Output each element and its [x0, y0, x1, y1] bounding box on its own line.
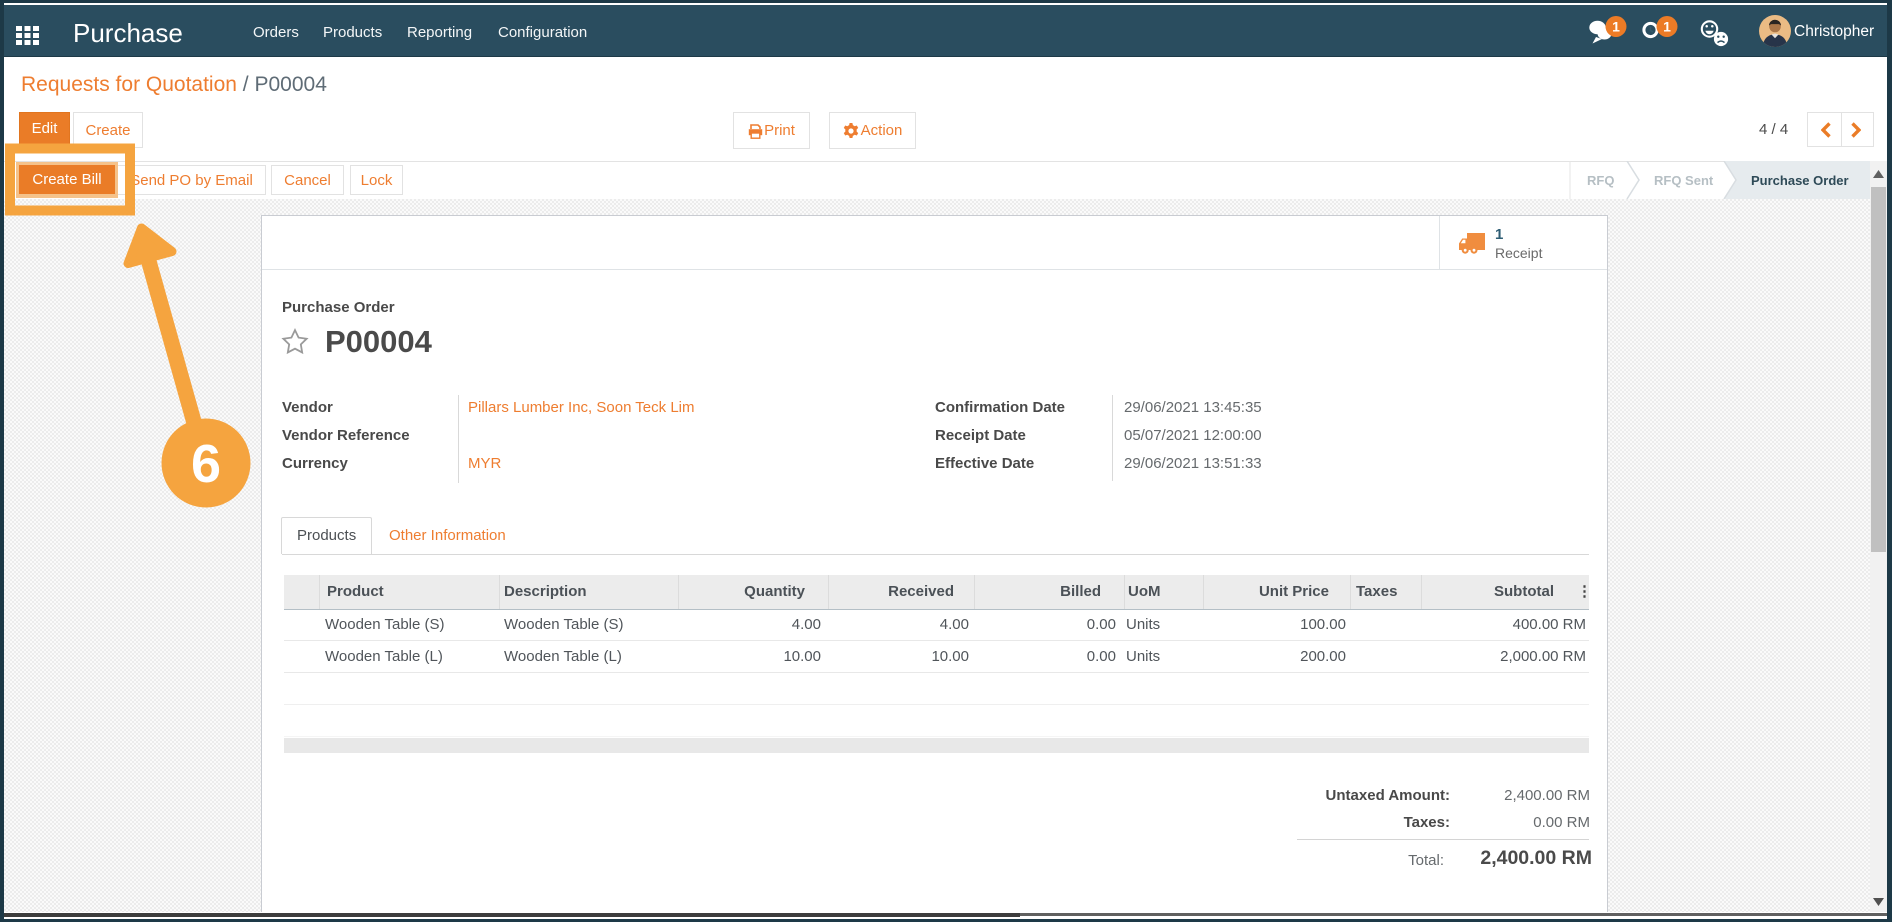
- svg-text:1: 1: [1663, 19, 1671, 35]
- svg-text:1: 1: [1612, 19, 1620, 35]
- svg-text:6: 6: [191, 434, 221, 494]
- svg-text:RFQ: RFQ: [1587, 173, 1614, 188]
- svg-text:Purchase Order: Purchase Order: [1751, 173, 1849, 188]
- svg-text:RFQ Sent: RFQ Sent: [1654, 173, 1714, 188]
